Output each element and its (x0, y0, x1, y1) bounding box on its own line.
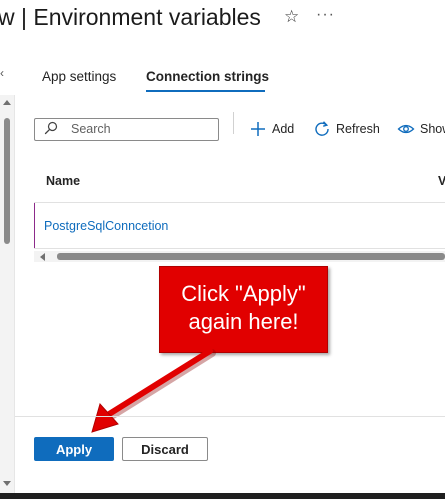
divider (14, 95, 15, 493)
star-icon[interactable]: ☆ (284, 7, 299, 27)
search-placeholder[interactable]: Search (71, 122, 111, 136)
vertical-scroll-thumb[interactable] (4, 118, 10, 244)
discard-button[interactable]: Discard (122, 437, 208, 461)
annotation-line-2: again here! (188, 309, 299, 334)
add-label: Add (272, 122, 295, 136)
tab-app-settings[interactable]: App settings (42, 69, 116, 84)
scroll-down-icon[interactable] (3, 481, 11, 486)
scroll-left-icon[interactable] (40, 253, 45, 261)
collapse-chevron-icon[interactable]: ‹ (0, 66, 4, 80)
add-button[interactable]: Add (249, 116, 294, 142)
connection-string-link[interactable]: PostgreSqlConncetion (44, 219, 168, 233)
search-icon (44, 121, 58, 135)
annotation-text: Click "Apply" again here! (159, 280, 328, 336)
footer-divider (15, 416, 445, 417)
plus-icon (251, 122, 265, 136)
annotation-line-1: Click "Apply" (181, 281, 306, 306)
scroll-up-icon[interactable] (3, 100, 11, 105)
taskbar-strip (0, 493, 445, 499)
search-input[interactable] (34, 118, 219, 141)
show-label: Show (420, 122, 445, 136)
row-divider (34, 248, 445, 249)
eye-icon (397, 124, 415, 134)
column-header-value[interactable]: V (438, 174, 445, 188)
toolbar-divider (233, 112, 234, 134)
refresh-label: Refresh (336, 122, 380, 136)
column-header-name[interactable]: Name (46, 174, 80, 188)
refresh-button[interactable]: Refresh (313, 116, 380, 142)
horizontal-scroll-thumb[interactable] (57, 253, 445, 260)
tab-connection-strings[interactable]: Connection strings (146, 69, 269, 84)
active-tab-indicator (146, 90, 265, 92)
refresh-icon (315, 121, 329, 136)
show-values-button[interactable]: Show (397, 116, 445, 142)
more-options-icon[interactable]: ··· (316, 6, 335, 24)
apply-button[interactable]: Apply (34, 437, 114, 461)
page-title: w | Environment variables (0, 4, 261, 30)
